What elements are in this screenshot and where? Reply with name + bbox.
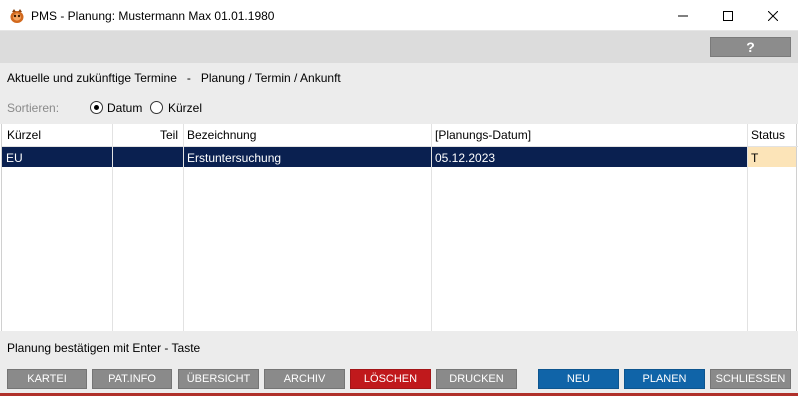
column-header-planungs-datum[interactable]: [Planungs-Datum] — [435, 128, 531, 142]
status-bar: Planung bestätigen mit Enter - Taste — [0, 331, 798, 365]
loeschen-button[interactable]: LÖSCHEN — [350, 369, 431, 389]
patinfo-button[interactable]: PAT.INFO — [92, 369, 172, 389]
maximize-icon — [723, 10, 733, 21]
uebersicht-button[interactable]: ÜBERSICHT — [178, 369, 259, 389]
column-header-teil[interactable]: Teil — [160, 128, 178, 142]
minimize-button[interactable] — [660, 0, 706, 31]
cell-planungs-datum: 05.12.2023 — [432, 147, 747, 167]
pms-logo-icon — [9, 8, 25, 24]
sort-kuerzel-label[interactable]: Kürzel — [168, 101, 202, 115]
archiv-button[interactable]: ARCHIV — [264, 369, 345, 389]
neu-button[interactable]: NEU — [538, 369, 619, 389]
close-button[interactable] — [750, 0, 796, 31]
cell-status: T — [748, 147, 796, 167]
button-bar: KARTEI PAT.INFO ÜBERSICHT ARCHIV LÖSCHEN… — [0, 365, 798, 396]
appointments-table: Kürzel Teil Bezeichnung [Planungs-Datum]… — [1, 124, 798, 331]
close-icon — [768, 10, 778, 21]
sort-label: Sortieren: — [7, 101, 60, 115]
column-header-kuerzel[interactable]: Kürzel — [7, 128, 41, 142]
maximize-button[interactable] — [705, 0, 751, 31]
status-text: Planung bestätigen mit Enter - Taste — [7, 341, 201, 355]
sort-bar: Sortieren: Datum Kürzel — [0, 94, 798, 124]
title-bar: PMS - Planung: Mustermann Max 01.01.1980 — [0, 0, 798, 31]
section-heading: Aktuelle und zukünftige Termine - Planun… — [7, 71, 341, 85]
table-row[interactable]: EU Erstuntersuchung 05.12.2023 T — [2, 147, 798, 167]
schliessen-button[interactable]: SCHLIESSEN — [710, 369, 791, 389]
planen-button[interactable]: PLANEN — [624, 369, 705, 389]
help-button[interactable]: ? — [710, 37, 791, 57]
column-header-status[interactable]: Status — [751, 128, 785, 142]
toolbar: ? — [0, 31, 798, 63]
section-heading-bar: Aktuelle und zukünftige Termine - Planun… — [0, 63, 798, 94]
cell-bezeichnung: Erstuntersuchung — [184, 147, 431, 167]
minimize-icon — [678, 11, 688, 21]
cell-teil — [113, 147, 183, 167]
window-title: PMS - Planung: Mustermann Max 01.01.1980 — [31, 9, 275, 23]
sort-datum-label[interactable]: Datum — [107, 101, 142, 115]
column-header-bezeichnung[interactable]: Bezeichnung — [187, 128, 256, 142]
sort-datum-radio[interactable] — [90, 101, 103, 114]
cell-kuerzel: EU — [2, 147, 112, 167]
kartei-button[interactable]: KARTEI — [7, 369, 87, 389]
sort-kuerzel-radio[interactable] — [150, 101, 163, 114]
drucken-button[interactable]: DRUCKEN — [436, 369, 517, 389]
radio-selected-dot — [94, 105, 99, 110]
